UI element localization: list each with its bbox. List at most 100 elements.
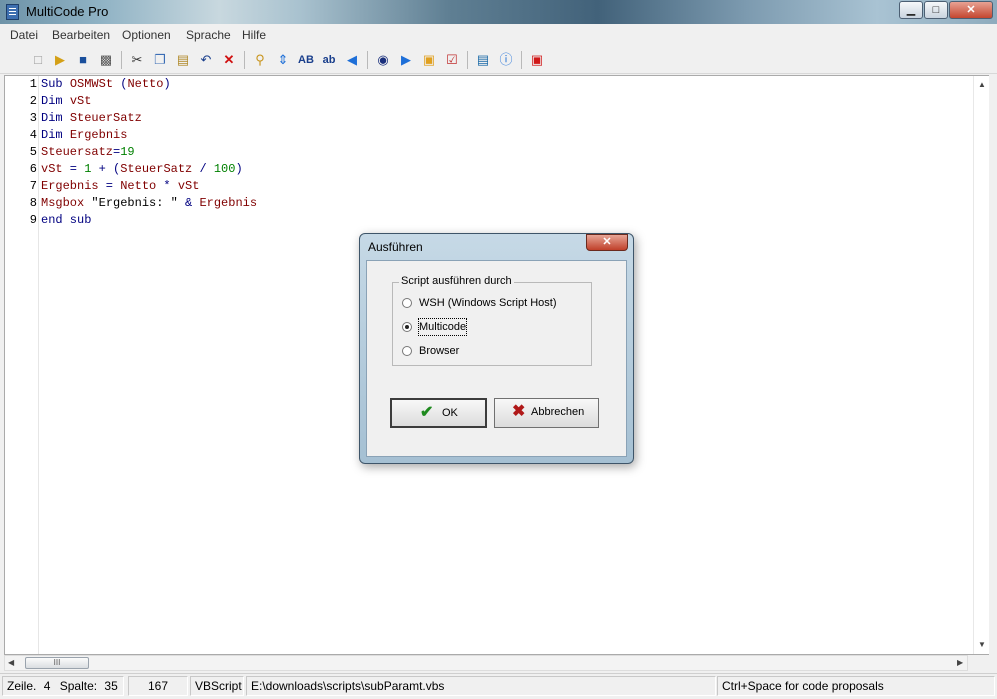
- dialog-close-button[interactable]: ✕: [586, 234, 628, 251]
- play-icon[interactable]: ▶: [397, 51, 415, 69]
- checkmark-icon: ✔: [420, 404, 434, 421]
- code-token: SteuerSatz: [69, 111, 142, 125]
- line-number: 7: [29, 179, 37, 193]
- cut-icon[interactable]: ✂: [128, 51, 146, 69]
- menu-hilfe[interactable]: Hilfe: [242, 28, 266, 42]
- dialog-title: Ausführen: [368, 240, 423, 254]
- code-line[interactable]: 9 end sub: [5, 212, 945, 229]
- code-line[interactable]: 1 Sub OSMWSt (Netto): [5, 76, 945, 93]
- delete-icon[interactable]: ✕: [220, 51, 238, 69]
- toolbar-separator: [467, 51, 468, 69]
- status-line-value: 4: [43, 679, 51, 693]
- radio-button-selected[interactable]: [402, 322, 412, 332]
- code-text: end sub: [41, 212, 91, 229]
- code-token: =: [62, 162, 85, 176]
- line-number: 3: [29, 111, 37, 125]
- undo-icon[interactable]: ↶: [197, 51, 215, 69]
- radio-button[interactable]: [402, 298, 412, 308]
- checklist-icon[interactable]: ☑: [443, 51, 461, 69]
- menu-bar: Datei Bearbeiten Optionen Sprache Hilfe: [0, 25, 997, 45]
- radio-label: Browser: [419, 345, 460, 357]
- first-icon[interactable]: ◀: [343, 51, 361, 69]
- status-col-value: 35: [104, 679, 118, 693]
- print-icon[interactable]: ▩: [97, 51, 115, 69]
- line-number: 4: [29, 128, 37, 142]
- code-token: 19: [120, 145, 135, 159]
- code-text: Msgbox "Ergebnis: " & Ergebnis: [41, 195, 257, 212]
- save-icon[interactable]: ■: [74, 51, 92, 69]
- radio-label: Multicode: [417, 318, 468, 336]
- ok-button[interactable]: ✔ OK: [390, 398, 487, 428]
- cancel-button[interactable]: ✖ Abbrechen: [494, 398, 599, 428]
- vertical-scrollbar[interactable]: ▲ ▼: [973, 76, 989, 654]
- code-token: Msgbox: [41, 196, 92, 210]
- paste-icon[interactable]: ▤: [174, 51, 192, 69]
- code-line[interactable]: 2 Dim vSt: [5, 93, 945, 110]
- code-token: vSt: [177, 179, 200, 193]
- run-dialog: Ausführen ✕ Script ausführen durch WSH (…: [359, 233, 634, 464]
- exit-icon[interactable]: ▣: [528, 51, 546, 69]
- code-token: Dim: [41, 128, 70, 142]
- menu-sprache[interactable]: Sprache: [186, 28, 231, 42]
- title-bar: MultiCode Pro ▁ □ ✕: [0, 0, 997, 24]
- line-number: 5: [29, 145, 37, 159]
- status-col-label: Spalte:: [59, 679, 98, 693]
- copy-icon[interactable]: ❐: [151, 51, 169, 69]
- code-line[interactable]: 8 Msgbox "Ergebnis: " & Ergebnis: [5, 195, 945, 212]
- dialog-body: Script ausführen durch WSH (Windows Scri…: [366, 260, 627, 457]
- folder-icon[interactable]: ▣: [420, 51, 438, 69]
- horizontal-scroll-thumb[interactable]: III: [25, 657, 89, 669]
- status-line-label: Zeile.: [7, 679, 37, 693]
- code-line[interactable]: 4 Dim Ergebnis: [5, 127, 945, 144]
- code-token: Ergebnis: [69, 128, 128, 142]
- new-file-icon[interactable]: □: [29, 51, 47, 69]
- open-folder-icon[interactable]: ▶: [51, 51, 69, 69]
- radio-button[interactable]: [402, 346, 412, 356]
- close-button[interactable]: ✕: [949, 1, 993, 19]
- lowercase-icon[interactable]: ab: [320, 51, 338, 69]
- minimize-button[interactable]: ▁: [899, 1, 923, 19]
- status-file-path: E:\downloads\scripts\subParamt.vbs: [246, 676, 716, 696]
- run-method-group: Script ausführen durch WSH (Windows Scri…: [392, 275, 592, 366]
- code-text: Ergebnis = Netto * vSt: [41, 178, 199, 195]
- scroll-down-icon[interactable]: ▼: [978, 640, 986, 649]
- code-token: Netto: [127, 77, 164, 91]
- code-token: Dim: [41, 111, 70, 125]
- menu-optionen[interactable]: Optionen: [122, 28, 171, 42]
- code-text: Sub OSMWSt (Netto): [41, 76, 171, 93]
- menu-bearbeiten[interactable]: Bearbeiten: [52, 28, 110, 42]
- scroll-left-icon[interactable]: ◀: [8, 658, 14, 667]
- cross-icon: ✖: [512, 403, 526, 420]
- maximize-button[interactable]: □: [924, 1, 948, 19]
- status-language: VBScript: [190, 676, 244, 696]
- code-token: Dim: [41, 94, 70, 108]
- scroll-up-icon[interactable]: ▲: [978, 80, 986, 89]
- code-line[interactable]: 3 Dim SteuerSatz: [5, 110, 945, 127]
- code-token: SteuerSatz: [120, 162, 193, 176]
- info-icon[interactable]: ⓘ: [497, 51, 515, 69]
- code-token: (: [113, 77, 128, 91]
- book-icon[interactable]: ▤: [474, 51, 492, 69]
- uppercase-icon[interactable]: AB: [297, 51, 315, 69]
- menu-datei[interactable]: Datei: [10, 28, 38, 42]
- scroll-right-icon[interactable]: ▶: [957, 658, 963, 667]
- code-line[interactable]: 7 Ergebnis = Netto * vSt: [5, 178, 945, 195]
- toolbar-separator: [244, 51, 245, 69]
- cancel-button-label: Abbrechen: [531, 406, 585, 418]
- window-title: MultiCode Pro: [26, 4, 109, 19]
- code-token: vSt: [41, 162, 63, 176]
- code-token: &: [177, 196, 200, 210]
- code-line[interactable]: 5 Steuersatz=19: [5, 144, 945, 161]
- code-line[interactable]: 6 vSt = 1 + (SteuerSatz / 100): [5, 161, 945, 178]
- horizontal-scrollbar[interactable]: ◀ III ▶: [4, 655, 968, 671]
- line-number: 1: [29, 77, 37, 91]
- find-icon[interactable]: ⚲: [251, 51, 269, 69]
- code-token: Netto: [120, 179, 157, 193]
- toolbar-separator: [367, 51, 368, 69]
- run-script-icon[interactable]: ◉: [374, 51, 392, 69]
- goto-icon[interactable]: ⇕: [274, 51, 292, 69]
- code-token: /: [192, 162, 214, 176]
- code-token: Steuersatz: [41, 145, 114, 159]
- code-token: Ergebnis: [199, 196, 258, 210]
- line-number: 6: [29, 162, 37, 176]
